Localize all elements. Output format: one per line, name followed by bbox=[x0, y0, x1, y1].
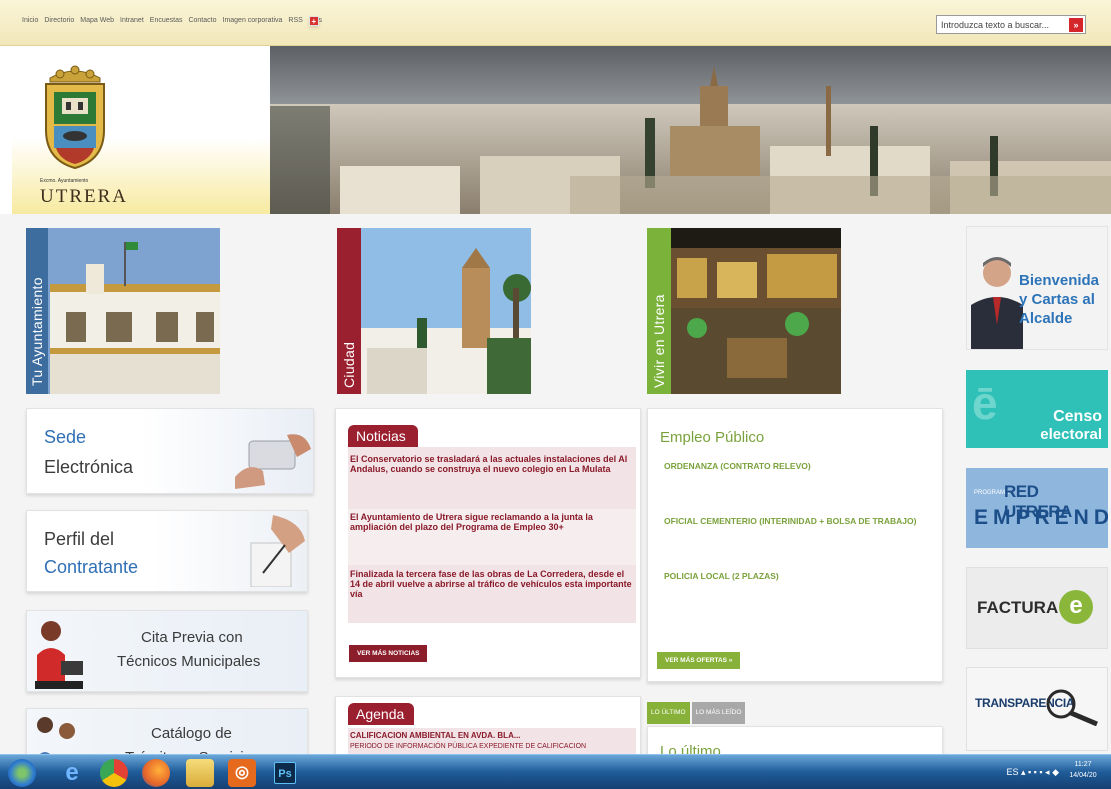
logo-name: UTRERA bbox=[40, 186, 128, 207]
search-go-button[interactable]: » bbox=[1069, 18, 1083, 32]
transparencia-banner[interactable]: TRANSPARENCIA bbox=[966, 667, 1108, 751]
mayor-photo bbox=[971, 257, 1023, 349]
sede-line1: Sede bbox=[44, 427, 87, 447]
start-button-icon[interactable] bbox=[8, 759, 36, 787]
ie-icon[interactable]: e bbox=[58, 759, 86, 787]
language-indicator[interactable]: ES bbox=[1006, 767, 1018, 777]
clock-time: 11:27 bbox=[1074, 761, 1092, 768]
empleo-item-3[interactable]: POLICIA LOCAL (2 PLAZAS) bbox=[664, 571, 924, 581]
news-item-2[interactable]: El Ayuntamiento de Utrera sigue reclaman… bbox=[350, 512, 634, 532]
browser-page: Inicio Directorio Mapa Web Intranet Encu… bbox=[0, 0, 1111, 789]
empleo-heading: Empleo Público bbox=[660, 429, 765, 446]
nav-contacto[interactable]: Contacto bbox=[188, 17, 216, 24]
alcalde-banner[interactable]: Bienvenida y Cartas al Alcalde bbox=[966, 226, 1108, 350]
nav-directorio[interactable]: Directorio bbox=[44, 17, 74, 24]
tile-label: Vivir en Utrera bbox=[651, 294, 667, 388]
catalogo-line1: Catálogo de bbox=[151, 725, 232, 742]
tray-icons[interactable]: ▴ ▪ ▪ ▪ ◂ ◆ bbox=[1021, 767, 1059, 777]
nav-imagen-corporativa[interactable]: Imagen corporativa bbox=[223, 17, 283, 24]
news-heading: Noticias bbox=[348, 425, 418, 447]
cita-previa-box[interactable]: Cita Previa con Técnicos Municipales bbox=[26, 610, 308, 692]
agenda-item-subtitle: PERIODO DE INFORMACIÓN PÚBLICA EXPEDIENT… bbox=[350, 743, 587, 750]
top-nav: Inicio Directorio Mapa Web Intranet Encu… bbox=[22, 15, 322, 26]
windows-taskbar: e ◎ Ps ES ▴ ▪ ▪ ▪ ◂ ◆ 11:27 14/04/20 bbox=[0, 754, 1111, 789]
system-tray: ES ▴ ▪ ▪ ▪ ◂ ◆ bbox=[1006, 767, 1059, 778]
factura-e-icon: e bbox=[1059, 590, 1093, 624]
person-laptop-icon bbox=[35, 621, 83, 689]
emprende-line2: EMPRENDE bbox=[974, 506, 1108, 529]
tab-lo-ultimo[interactable]: LO ÚLTIMO bbox=[647, 702, 690, 724]
coat-of-arms-icon bbox=[45, 65, 105, 170]
sede-line2: Electrónica bbox=[44, 457, 134, 477]
alcalde-label: Bienvenida y Cartas al Alcalde bbox=[1019, 272, 1100, 327]
header-banner-image bbox=[270, 46, 1111, 214]
tab-lo-mas-leido[interactable]: LO MÁS LEÍDO bbox=[691, 702, 746, 724]
tab-bar: LO ÚLTIMO LO MÁS LEÍDO bbox=[647, 702, 746, 724]
perfil-line1: Perfil del bbox=[44, 529, 115, 549]
night-square-photo bbox=[647, 228, 841, 394]
clock[interactable]: 11:27 14/04/20 bbox=[1061, 759, 1105, 781]
nav-rss[interactable]: RSS bbox=[288, 17, 302, 24]
factura-e-banner[interactable]: FACTURA e bbox=[966, 567, 1108, 649]
sede-electronica-box[interactable]: Sede Electrónica bbox=[26, 408, 314, 494]
magnifier-icon bbox=[1046, 689, 1098, 726]
plus-icon: + bbox=[308, 15, 319, 26]
tile-label: Tu Ayuntamiento bbox=[29, 277, 45, 386]
hand-pen-icon bbox=[250, 515, 305, 587]
nav-intranet[interactable]: Intranet bbox=[120, 17, 144, 24]
logo[interactable]: Excmo. Ayuntamiento UTRERA bbox=[12, 46, 270, 214]
perfil-contratante-box[interactable]: Perfil del Contratante bbox=[26, 510, 308, 592]
folder-icon[interactable] bbox=[186, 759, 214, 787]
censo-line1: Censo bbox=[1053, 408, 1102, 425]
search-input[interactable] bbox=[937, 16, 1067, 33]
empleo-item-1[interactable]: ORDENANZA (CONTRATO RELEVO) bbox=[664, 461, 924, 471]
nav-inicio[interactable]: Inicio bbox=[22, 17, 38, 24]
nav-encuestas[interactable]: Encuestas bbox=[150, 17, 183, 24]
news-item-1[interactable]: El Conservatorio se trasladará a las act… bbox=[350, 454, 634, 474]
cita-line2: Técnicos Municipales bbox=[117, 653, 261, 670]
censo-electoral-banner[interactable]: ē Censo electoral bbox=[966, 370, 1108, 448]
red-utrera-emprende-banner[interactable]: PROGRAMA RED UTRERA EMPRENDE bbox=[966, 468, 1108, 548]
agenda-item-title[interactable]: CALIFICACION AMBIENTAL EN AVDA. BLA... bbox=[350, 731, 634, 741]
clock-date: 14/04/20 bbox=[1069, 772, 1097, 779]
firefox-icon[interactable] bbox=[142, 759, 170, 787]
tile-label: Ciudad bbox=[341, 341, 357, 388]
city-photo bbox=[337, 228, 531, 394]
hand-keyboard-icon bbox=[235, 434, 311, 489]
empleo-panel bbox=[647, 408, 943, 682]
agenda-heading: Agenda bbox=[348, 703, 414, 725]
top-bar: Inicio Directorio Mapa Web Intranet Encu… bbox=[0, 0, 1111, 46]
censo-e-icon: ē bbox=[972, 377, 998, 429]
site-header: Excmo. Ayuntamiento UTRERA bbox=[0, 46, 1111, 214]
more-news-button[interactable]: VER MÁS NOTICIAS bbox=[349, 645, 428, 662]
empleo-item-2[interactable]: OFICIAL CEMENTERIO (INTERINIDAD + BOLSA … bbox=[664, 516, 924, 526]
photoshop-icon[interactable]: Ps bbox=[274, 762, 296, 784]
tile-vivir-en-utrera[interactable]: Vivir en Utrera bbox=[647, 228, 841, 394]
search-box: » bbox=[936, 15, 1086, 34]
nav-mapa-web[interactable]: Mapa Web bbox=[80, 17, 114, 24]
factura-label: FACTURA bbox=[977, 598, 1059, 617]
tile-tu-ayuntamiento[interactable]: Tu Ayuntamiento bbox=[26, 228, 220, 394]
tile-ciudad[interactable]: Ciudad bbox=[337, 228, 531, 394]
town-hall-photo bbox=[26, 228, 220, 394]
media-player-icon[interactable]: ◎ bbox=[228, 759, 256, 787]
news-item-3[interactable]: Finalizada la tercera fase de las obras … bbox=[350, 569, 634, 599]
nav-mas[interactable]: + Más bbox=[308, 15, 322, 26]
logo-subtitle: Excmo. Ayuntamiento bbox=[40, 178, 89, 184]
censo-line2: electoral bbox=[1040, 426, 1102, 443]
cita-line1: Cita Previa con bbox=[141, 629, 243, 646]
people-icon bbox=[37, 717, 76, 757]
chrome-icon[interactable] bbox=[100, 759, 128, 787]
more-offers-button[interactable]: VER MÁS OFERTAS » bbox=[657, 652, 741, 669]
catalogo-box[interactable]: Catálogo de Trámites y Servicios bbox=[26, 708, 308, 758]
perfil-line2: Contratante bbox=[44, 557, 139, 577]
